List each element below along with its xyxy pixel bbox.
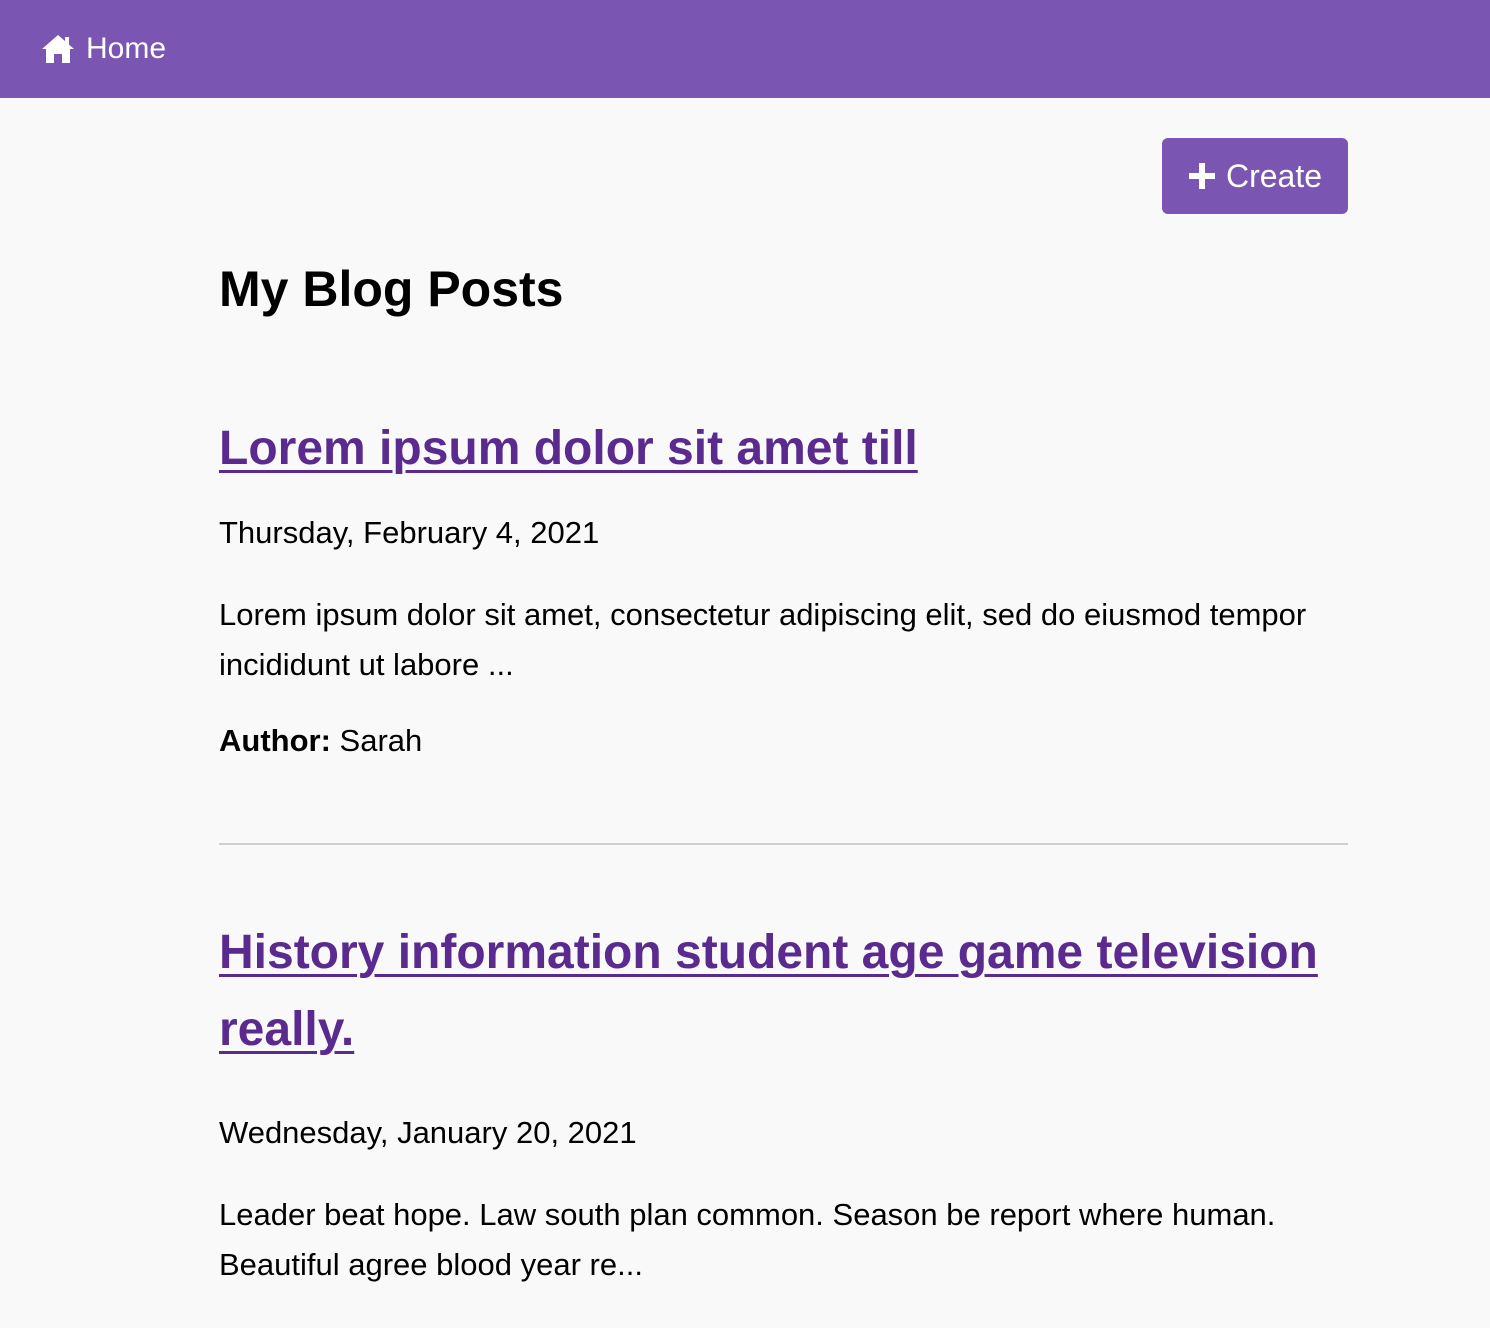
author-label: Author: [219, 723, 331, 758]
post-divider [219, 843, 1348, 845]
blog-post: Lorem ipsum dolor sit amet till Thursday… [219, 410, 1348, 761]
post-title-link[interactable]: Lorem ipsum dolor sit amet till [219, 410, 1348, 487]
navbar: Home [0, 0, 1490, 98]
post-date: Thursday, February 4, 2021 [219, 515, 600, 550]
post-excerpt: Leader beat hope. Law south plan common.… [219, 1197, 1276, 1282]
blog-post: History information student age game tel… [219, 914, 1348, 1290]
post-title-link[interactable]: History information student age game tel… [219, 914, 1348, 1068]
create-label: Create [1225, 157, 1323, 194]
author-name: Sarah [339, 723, 423, 758]
post-author: Author: Sarah [219, 721, 1348, 761]
post-excerpt: Lorem ipsum dolor sit amet, consectetur … [219, 597, 1307, 682]
home-icon [42, 35, 74, 63]
page-title: My Blog Posts [219, 261, 564, 317]
plus-icon [1188, 163, 1215, 189]
home-label: Home [86, 32, 167, 65]
home-link[interactable]: Home [40, 30, 166, 68]
create-button[interactable]: Create [1162, 138, 1348, 214]
post-date: Wednesday, January 20, 2021 [219, 1115, 637, 1150]
